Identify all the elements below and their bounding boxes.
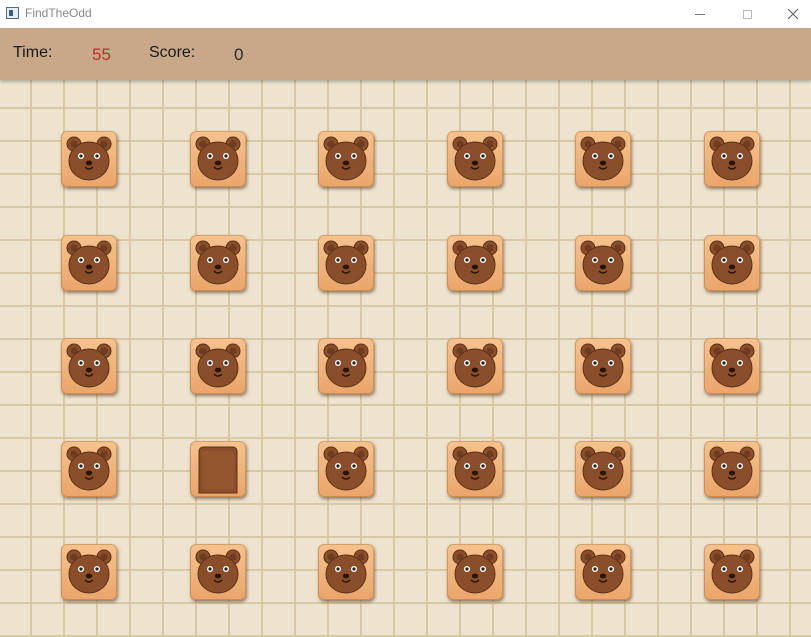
- bear-face-icon: [452, 549, 498, 594]
- window-title: FindTheOdd: [25, 6, 92, 20]
- bear-tile[interactable]: [190, 235, 246, 291]
- bear-face-icon: [709, 549, 755, 594]
- bear-tile[interactable]: [61, 544, 117, 600]
- maximize-icon: [742, 9, 752, 19]
- bear-face-icon: [580, 549, 626, 594]
- bear-face-icon: [580, 136, 626, 181]
- bear-face-icon: [580, 446, 626, 491]
- odd-tile[interactable]: [190, 441, 246, 497]
- bear-tile[interactable]: [447, 441, 503, 497]
- bear-face-icon: [66, 240, 112, 285]
- close-icon: [787, 8, 799, 20]
- bear-tile[interactable]: [61, 131, 117, 187]
- bear-tile[interactable]: [447, 235, 503, 291]
- bear-face-icon: [66, 136, 112, 181]
- bear-face-icon: [195, 240, 241, 285]
- bear-face-icon: [195, 136, 241, 181]
- bear-face-icon: [195, 549, 241, 594]
- title-bar: FindTheOdd: [0, 0, 811, 28]
- bear-tile[interactable]: [575, 441, 631, 497]
- time-value: 55: [92, 45, 111, 64]
- bear-face-icon: [452, 446, 498, 491]
- bear-face-icon: [66, 343, 112, 388]
- bear-tile[interactable]: [318, 131, 374, 187]
- bear-tile[interactable]: [190, 131, 246, 187]
- app-icon: [6, 7, 19, 19]
- bear-tile[interactable]: [575, 131, 631, 187]
- score-label: Score:: [149, 44, 196, 61]
- bear-face-icon: [452, 136, 498, 181]
- bear-tile[interactable]: [61, 338, 117, 394]
- bear-tile[interactable]: [704, 441, 760, 497]
- time-label: Time:: [13, 44, 53, 61]
- bear-face-icon: [580, 343, 626, 388]
- bear-tile[interactable]: [447, 338, 503, 394]
- bear-face-icon: [195, 343, 241, 388]
- bear-tile[interactable]: [704, 544, 760, 600]
- bear-tile[interactable]: [190, 544, 246, 600]
- bear-tile[interactable]: [61, 441, 117, 497]
- bear-tile[interactable]: [190, 338, 246, 394]
- bear-face-icon: [66, 549, 112, 594]
- bear-tile[interactable]: [575, 235, 631, 291]
- bear-face-icon: [323, 343, 369, 388]
- bear-face-icon: [709, 240, 755, 285]
- bear-face-icon: [323, 240, 369, 285]
- bear-tile[interactable]: [575, 338, 631, 394]
- bear-tile[interactable]: [447, 544, 503, 600]
- bear-tile[interactable]: [318, 441, 374, 497]
- bear-tile[interactable]: [704, 338, 760, 394]
- bear-tile[interactable]: [704, 131, 760, 187]
- bear-face-icon: [709, 446, 755, 491]
- hud-bar: Time: 55 Score: 0: [0, 28, 811, 80]
- bear-tile[interactable]: [61, 235, 117, 291]
- bear-face-icon: [323, 446, 369, 491]
- bear-tile[interactable]: [318, 338, 374, 394]
- bear-face-icon: [709, 343, 755, 388]
- bear-face-icon: [323, 549, 369, 594]
- odd-square-icon: [198, 446, 238, 494]
- bear-face-icon: [66, 446, 112, 491]
- bear-tile[interactable]: [318, 544, 374, 600]
- bear-face-icon: [580, 240, 626, 285]
- close-button[interactable]: [770, 0, 811, 28]
- minimize-icon: [695, 13, 705, 15]
- bear-tile[interactable]: [575, 544, 631, 600]
- game-board: [0, 80, 811, 637]
- bear-tile[interactable]: [318, 235, 374, 291]
- maximize-button[interactable]: [724, 0, 770, 28]
- bear-face-icon: [452, 240, 498, 285]
- score-value: 0: [234, 45, 244, 64]
- bear-tile[interactable]: [447, 131, 503, 187]
- bear-face-icon: [323, 136, 369, 181]
- bear-tile[interactable]: [704, 235, 760, 291]
- minimize-button[interactable]: [677, 0, 723, 28]
- bear-face-icon: [452, 343, 498, 388]
- bear-face-icon: [709, 136, 755, 181]
